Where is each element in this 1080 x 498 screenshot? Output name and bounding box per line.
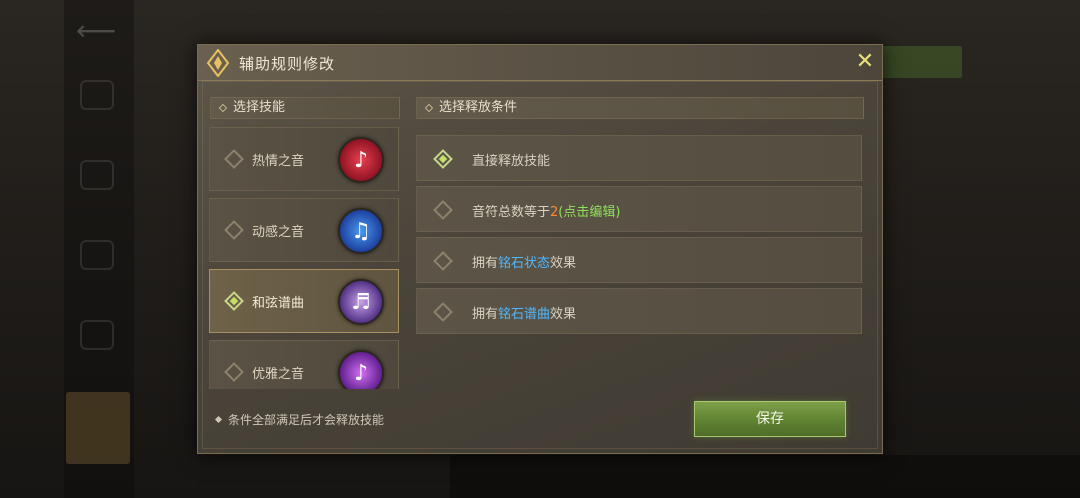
skill-item-dynamic[interactable]: 动感之音 ♫ (209, 198, 399, 262)
skill-label: 和弦谱曲 (252, 296, 305, 311)
checkbox-diamond-icon (433, 200, 453, 220)
checkbox-diamond-icon (433, 149, 453, 169)
music-note-blue-icon: ♫ (338, 208, 384, 254)
back-arrow-icon: ⟵ (76, 14, 117, 47)
assist-rule-dialog: 辅助规则修改 ✕ 选择技能 选择释放条件 热情之音 ♪ 动感之音 ♫ 和弦谱曲 … (197, 44, 883, 454)
checkbox-diamond-icon (224, 291, 244, 311)
skill-item-elegant[interactable]: 优雅之音 ♪ (209, 340, 399, 389)
background-menu-icon (80, 80, 114, 110)
background-menu-icon (80, 160, 114, 190)
skill-label: 优雅之音 (252, 367, 305, 382)
checkbox-diamond-icon (433, 251, 453, 271)
checkbox-diamond-icon (224, 149, 244, 169)
condition-section-header: 选择释放条件 (416, 97, 864, 119)
condition-label: 音符总数等于2(点击编辑) (472, 205, 621, 220)
skill-list[interactable]: 热情之音 ♪ 动感之音 ♫ 和弦谱曲 ♬ 优雅之音 ♪ (209, 127, 399, 389)
save-button[interactable]: 保存 (694, 401, 846, 437)
condition-section-title: 选择释放条件 (439, 100, 518, 115)
music-note-purple-icon: ♪ (338, 350, 384, 389)
skill-item-chord[interactable]: 和弦谱曲 ♬ (209, 269, 399, 333)
checkbox-diamond-icon (224, 362, 244, 382)
close-button[interactable]: ✕ (852, 49, 878, 75)
emblem-icon (206, 49, 230, 77)
bullet-diamond-icon (218, 103, 228, 113)
skill-section-header: 选择技能 (210, 97, 400, 119)
music-note-red-icon: ♪ (338, 137, 384, 183)
skill-item-passion[interactable]: 热情之音 ♪ (209, 127, 399, 191)
background-menu-icon (80, 320, 114, 350)
skill-label: 动感之音 (252, 225, 305, 240)
condition-stone-state[interactable]: 拥有铭石状态效果 (416, 237, 862, 283)
background-band (450, 455, 1080, 498)
skill-section-title: 选择技能 (233, 100, 286, 115)
background-green-button (870, 46, 962, 78)
condition-direct-release[interactable]: 直接释放技能 (416, 135, 862, 181)
background-active-tab (66, 392, 130, 464)
checkbox-diamond-icon (433, 302, 453, 322)
stone-state-link[interactable]: 铭石状态 (498, 256, 550, 271)
bullet-diamond-icon (214, 415, 223, 424)
condition-stone-score[interactable]: 拥有铭石谱曲效果 (416, 288, 862, 334)
condition-label: 拥有铭石状态效果 (472, 256, 577, 271)
footer-note-text: 条件全部满足后才会释放技能 (228, 413, 385, 427)
checkbox-diamond-icon (224, 220, 244, 240)
harp-purple-icon: ♬ (338, 279, 384, 325)
close-icon: ✕ (855, 49, 875, 74)
dialog-title-bar: 辅助规则修改 ✕ (198, 45, 882, 81)
skill-label: 热情之音 (252, 154, 305, 169)
background-menu-icon (80, 240, 114, 270)
bullet-diamond-icon (424, 103, 434, 113)
dialog-title: 辅助规则修改 (239, 55, 336, 73)
condition-note-count[interactable]: 音符总数等于2(点击编辑) (416, 186, 862, 232)
footer-note: 条件全部满足后才会释放技能 (214, 411, 385, 428)
condition-label: 拥有铭石谱曲效果 (472, 307, 577, 322)
condition-label: 直接释放技能 (472, 154, 551, 169)
stone-score-link[interactable]: 铭石谱曲 (498, 307, 550, 322)
edit-link[interactable]: (点击编辑) (558, 205, 620, 220)
